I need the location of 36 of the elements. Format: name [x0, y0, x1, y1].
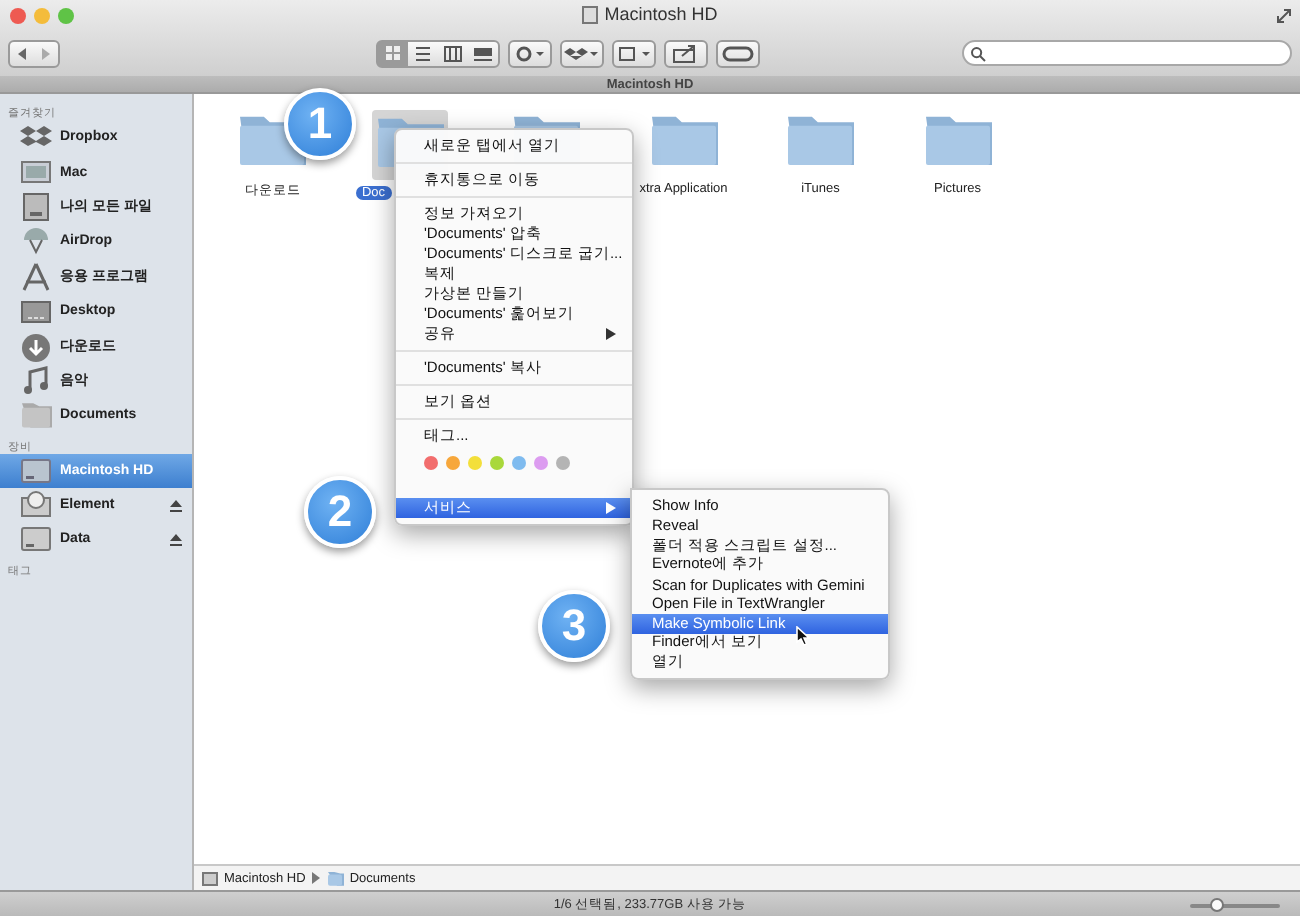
tag-dot[interactable]	[446, 456, 460, 470]
drive-icon	[20, 524, 52, 555]
step-badge: 1	[284, 88, 356, 160]
tag-dot[interactable]	[490, 456, 504, 470]
drive-icon	[20, 455, 52, 486]
folder-icon	[325, 870, 344, 886]
eject-icon[interactable]	[170, 499, 182, 512]
search-icon	[970, 45, 986, 61]
download-icon	[20, 331, 52, 362]
search-field[interactable]	[962, 40, 1292, 66]
cursor-icon	[796, 626, 810, 646]
computer-icon	[20, 157, 52, 188]
tag-dot[interactable]	[424, 456, 438, 470]
apps-icon	[20, 261, 52, 292]
zoom-button[interactable]	[58, 7, 74, 23]
minimize-button[interactable]	[34, 7, 50, 23]
time-machine-drive-icon	[20, 490, 52, 521]
step-badge: 2	[304, 476, 376, 548]
window-title: Macintosh HD	[604, 4, 718, 24]
eject-icon[interactable]	[170, 533, 182, 546]
airdrop-icon	[20, 226, 52, 257]
drive-icon	[582, 5, 599, 23]
drawer-icon	[20, 191, 52, 222]
arrange-icon[interactable]	[614, 41, 654, 65]
music-icon	[20, 365, 52, 396]
tag-dot[interactable]	[534, 456, 548, 470]
tag-dot[interactable]	[468, 456, 482, 470]
column-view-icon[interactable]	[438, 41, 468, 65]
step-badge: 3	[538, 590, 610, 662]
close-button[interactable]	[10, 7, 26, 23]
tag-dot[interactable]	[556, 456, 570, 470]
desktop-icon	[20, 296, 52, 327]
chevron-icon	[311, 872, 320, 884]
fullscreen-icon	[1276, 8, 1292, 24]
folder-icon	[20, 400, 52, 431]
tag-dot[interactable]	[512, 456, 526, 470]
